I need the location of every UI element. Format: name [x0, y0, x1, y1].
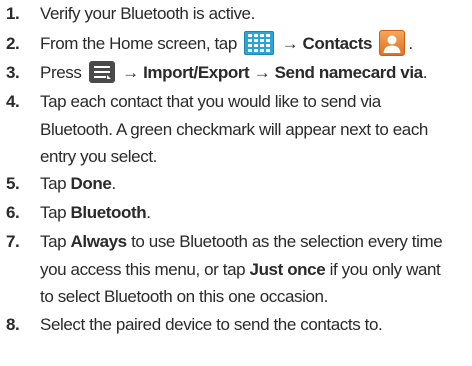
step-number: 3.: [6, 63, 20, 82]
step-text: to use Bluetooth as the selection every …: [131, 232, 443, 251]
step-text: Tap: [40, 232, 67, 251]
step-text: you access this menu, or tap: [40, 259, 246, 279]
step-text-line: Bluetooth. A green checkmark will appear…: [40, 119, 428, 139]
step-text: .: [111, 174, 116, 193]
just-once-label: Just once: [249, 259, 326, 279]
step-text-line: to select Bluetooth on this one occasion…: [40, 287, 328, 306]
step-text: Select the paired device to send the con…: [40, 315, 383, 334]
contacts-label: Contacts: [302, 34, 373, 53]
step-text-line: Tap each contact that you would like to …: [40, 92, 381, 111]
import-export-label: Import/Export: [143, 63, 250, 82]
always-label: Always: [70, 232, 128, 251]
arrow: →: [253, 63, 271, 82]
step-text: .: [408, 34, 413, 53]
step-text: if you only want: [329, 259, 441, 279]
step-body: Tap Always to use Bluetooth as the selec…: [40, 228, 470, 311]
done-label: Done: [70, 174, 112, 193]
step-text-line: entry you select.: [40, 147, 157, 166]
arrow: →: [281, 34, 299, 53]
arrow: →: [122, 63, 139, 82]
step-number: 1.: [6, 4, 20, 23]
step-text: Verify your Bluetooth is active.: [40, 4, 255, 23]
step-text: .: [422, 63, 428, 82]
step-text: From the Home screen, tap: [40, 34, 237, 53]
step-body: Tap each contact that you would like to …: [40, 88, 470, 171]
bluetooth-label: Bluetooth: [70, 203, 147, 222]
step-number: 8.: [6, 315, 20, 334]
step-number: 4.: [6, 92, 20, 111]
step-text-line: you access this menu, or tap Just once i…: [40, 256, 470, 284]
step-body: Press → Import/Export → Send namecard vi…: [40, 59, 470, 87]
step-text: .: [146, 203, 151, 222]
step-body: Tap Done.: [40, 170, 470, 198]
menu-icon: [88, 61, 115, 83]
step-number: 7.: [6, 232, 20, 251]
step-text: Tap: [40, 203, 67, 222]
apps-grid-icon: [244, 31, 275, 55]
step-body: From the Home screen, tap → Contacts .: [40, 30, 470, 58]
step-number: 2.: [6, 34, 20, 53]
step-body: Tap Bluetooth.: [40, 199, 470, 227]
send-namecard-label: Send namecard via: [274, 63, 424, 82]
step-text: Press: [40, 63, 82, 82]
step-text: Tap: [40, 174, 67, 193]
step-number: 6.: [6, 203, 20, 222]
contacts-person-icon: [379, 30, 406, 56]
step-text-line: Tap Always to use Bluetooth as the selec…: [40, 228, 470, 256]
step-number: 5.: [6, 174, 20, 193]
